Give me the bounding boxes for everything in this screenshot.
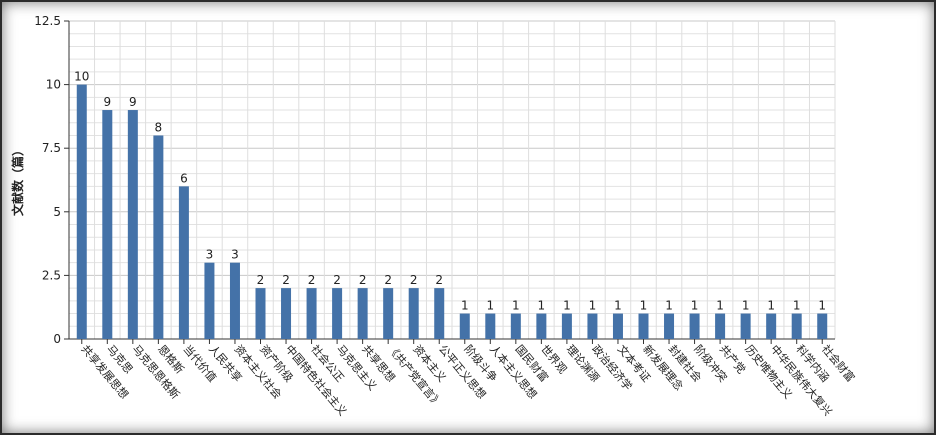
bar [408,288,419,339]
bar [740,313,751,339]
bar [485,313,496,339]
bar [791,313,802,339]
bar-value-label: 1 [742,299,750,313]
bar-value-label: 1 [461,299,469,313]
bar-value-label: 1 [793,299,801,313]
bar [229,262,240,339]
bar [434,288,445,339]
y-tick-label: 0 [53,332,61,346]
bar-value-label: 9 [129,95,137,109]
bar-value-label: 9 [103,95,111,109]
y-tick-labels: 0 2.5 5 7.5 10 12.5 [34,14,61,346]
y-tick-label: 12.5 [34,14,61,28]
bar-value-label: 1 [640,299,648,313]
bar-value-label: 1 [589,299,597,313]
y-tick-label: 2.5 [42,268,61,282]
bar-value-label: 1 [767,299,775,313]
bar [612,313,623,339]
bar-value-label: 1 [512,299,520,313]
bar-value-label: 8 [155,120,163,134]
bar [357,288,368,339]
bar-value-label: 1 [716,299,724,313]
bar [715,313,726,339]
bar-value-label: 2 [308,273,316,287]
bar-value-label: 1 [538,299,546,313]
bar [102,110,113,339]
bar [587,313,598,339]
bar-value-label: 1 [614,299,622,313]
bar-value-label: 2 [410,273,418,287]
bar [664,313,675,339]
bar-value-label: 1 [691,299,699,313]
bar-value-label: 1 [486,299,494,313]
y-tick-label: 7.5 [42,141,61,155]
bar [281,288,292,339]
bar-value-label: 2 [333,273,341,287]
bar-value-label: 3 [206,248,214,262]
bar-value-label: 2 [359,273,367,287]
bar-value-label: 3 [231,248,239,262]
bar [510,313,521,339]
bar [536,313,547,339]
bar [178,186,189,339]
bar-value-label: 2 [435,273,443,287]
bar [561,313,572,339]
x-tick-labels: 共享发展思想马克思马克思恩格斯恩格斯当代价值人民共享资本主义社会资产阶级中国特色… [78,342,857,418]
bar-value-label: 2 [282,273,290,287]
bar [332,288,343,339]
y-axis-label: 文献数（篇） [10,144,25,216]
bar [638,313,649,339]
bar [127,110,138,339]
bar-chart: 10 9 9 8 6 3 3 2 2 2 2 2 2 2 2 1 1 1 1 1 1 1 1 1 1 1 1 1 1 1 0 2.5 5 7.5… [10,14,858,418]
bar [817,313,828,339]
bar-value-label: 1 [563,299,571,313]
bar [766,313,777,339]
bar [204,262,215,339]
bar-value-label: 2 [384,273,392,287]
bar-value-label: 10 [74,70,89,84]
chart-frame: 10 9 9 8 6 3 3 2 2 2 2 2 2 2 2 1 1 1 1 1 1 1 1 1 1 1 1 1 1 1 0 2.5 5 7.5… [0,0,936,435]
bar [306,288,317,339]
bar-value-label: 1 [665,299,673,313]
bar [76,84,87,339]
bar [383,288,394,339]
y-tick-label: 5 [53,205,61,219]
bar [459,313,470,339]
bar-value-label: 1 [818,299,826,313]
bar-value-label: 2 [257,273,265,287]
bar-value-label: 6 [180,171,188,185]
bar [255,288,266,339]
y-tick-label: 10 [46,78,61,92]
bar [689,313,700,339]
bar [153,135,164,339]
